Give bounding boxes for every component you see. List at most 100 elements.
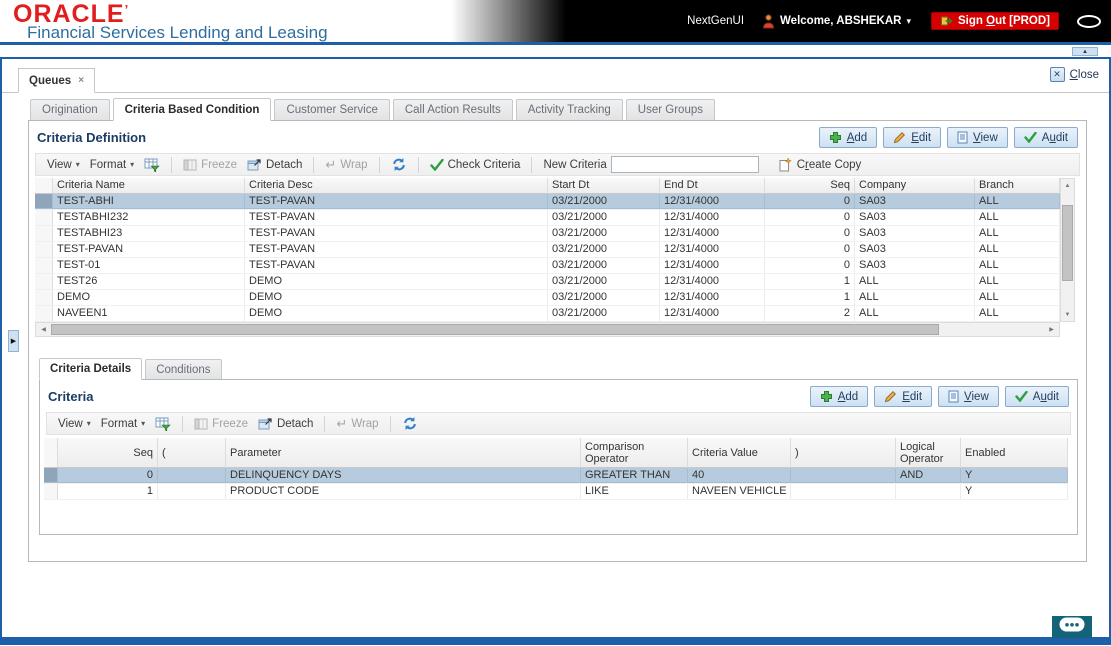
vertical-scrollbar[interactable]: ▲ ▼ bbox=[1060, 178, 1075, 322]
column-header[interactable]: ) bbox=[791, 438, 896, 468]
tab-user-groups[interactable]: User Groups bbox=[625, 99, 715, 120]
wrap-label: Wrap bbox=[340, 158, 368, 171]
close-button[interactable]: ✕ Close bbox=[1049, 67, 1099, 82]
view-button[interactable]: View bbox=[938, 386, 999, 407]
edit-button[interactable]: Edit bbox=[874, 386, 933, 407]
view-button[interactable]: View bbox=[947, 127, 1008, 148]
criteria-details-panel: Criteria Add Edit View Audit View ▾ Format ▾ … bbox=[39, 379, 1078, 535]
audit-button[interactable]: Audit bbox=[1004, 386, 1069, 407]
table-row[interactable]: NAVEEN1 DEMO 03/21/2000 12/31/4000 2 ALL ALL bbox=[35, 306, 1060, 322]
edit-button[interactable]: Edit bbox=[883, 127, 942, 148]
tab-activity-tracking[interactable]: Activity Tracking bbox=[515, 99, 623, 120]
cell: 12/31/4000 bbox=[660, 290, 765, 305]
cell: DEMO bbox=[245, 306, 548, 321]
chat-widget-button[interactable] bbox=[1052, 616, 1092, 638]
column-header[interactable]: Start Dt bbox=[548, 178, 660, 194]
column-header[interactable]: End Dt bbox=[660, 178, 765, 194]
table-row[interactable]: TEST-PAVAN TEST-PAVAN 03/21/2000 12/31/4000… bbox=[35, 242, 1060, 258]
table-row[interactable]: 0 DELINQUENCY DAYS GREATER THAN 40 AND Y bbox=[44, 468, 1068, 484]
detach-label: Detach bbox=[276, 417, 314, 430]
add-button[interactable]: Add bbox=[818, 127, 878, 148]
query-by-example-icon[interactable] bbox=[155, 417, 171, 431]
column-header[interactable]: Seq bbox=[765, 178, 855, 194]
freeze-button[interactable]: Freeze bbox=[183, 159, 237, 171]
table-row[interactable]: TEST-01 TEST-PAVAN 03/21/2000 12/31/4000 0 SA… bbox=[35, 258, 1060, 274]
scrollbar-thumb[interactable] bbox=[1062, 205, 1073, 281]
nextgen-link[interactable]: NextGenUI bbox=[687, 15, 744, 27]
freeze-button[interactable]: Freeze bbox=[194, 418, 248, 430]
freeze-label: Freeze bbox=[201, 158, 237, 171]
row-gutter bbox=[35, 258, 53, 273]
wrap-button[interactable]: ↵ Wrap bbox=[325, 157, 367, 173]
table-row[interactable]: TESTABHI23 TEST-PAVAN 03/21/2000 12/31/4000… bbox=[35, 226, 1060, 242]
cell: TEST-PAVAN bbox=[53, 242, 245, 257]
column-header[interactable]: Criteria Value bbox=[688, 438, 791, 468]
edit-label: Edit bbox=[911, 131, 932, 144]
collapse-up-button[interactable]: ▲ bbox=[1072, 47, 1098, 56]
table-row[interactable]: 1 PRODUCT CODE LIKE NAVEEN VEHICLE Y bbox=[44, 484, 1068, 500]
table-row[interactable]: TESTABHI232 TEST-PAVAN 03/21/2000 12/31/400… bbox=[35, 210, 1060, 226]
panel-splitter-handle[interactable]: ▶ bbox=[8, 330, 19, 352]
tab-customer-service[interactable]: Customer Service bbox=[274, 99, 390, 120]
column-header[interactable]: Branch bbox=[975, 178, 1060, 194]
cell: 12/31/4000 bbox=[660, 274, 765, 289]
refresh-button[interactable] bbox=[391, 157, 407, 172]
column-header[interactable]: ( bbox=[158, 438, 226, 468]
column-header[interactable]: Comparison Operator bbox=[581, 438, 688, 468]
scroll-up-icon[interactable]: ▲ bbox=[1061, 180, 1074, 191]
horizontal-scrollbar[interactable]: ◀ ▶ bbox=[35, 322, 1060, 337]
welcome-label: Welcome, ABSHEKAR bbox=[780, 15, 902, 27]
add-button[interactable]: Add bbox=[809, 386, 869, 407]
scroll-right-icon[interactable]: ▶ bbox=[1045, 323, 1058, 336]
detach-button[interactable]: Detach bbox=[247, 158, 302, 171]
criteria-definition-gridwrap: Criteria Name Criteria Desc Start Dt End Dt… bbox=[35, 178, 1080, 322]
scrollbar-thumb[interactable] bbox=[51, 324, 939, 335]
scroll-down-icon[interactable]: ▼ bbox=[1061, 309, 1074, 320]
criteria-definition-table: Criteria Name Criteria Desc Start Dt End Dt… bbox=[35, 178, 1060, 322]
column-header[interactable]: Enabled bbox=[961, 438, 1068, 468]
column-header[interactable]: Seq bbox=[58, 438, 158, 468]
column-header[interactable]: Company bbox=[855, 178, 975, 194]
format-menu[interactable]: Format ▾ bbox=[90, 159, 134, 171]
query-by-example-icon[interactable] bbox=[144, 158, 160, 172]
tab-close-icon[interactable]: × bbox=[78, 75, 84, 86]
table-row[interactable]: TEST-ABHI TEST-PAVAN 03/21/2000 12/31/4000 0… bbox=[35, 194, 1060, 210]
scroll-left-icon[interactable]: ◀ bbox=[37, 323, 50, 336]
column-header[interactable]: Criteria Desc bbox=[245, 178, 548, 194]
tab-criteria-based-condition[interactable]: Criteria Based Condition bbox=[112, 98, 272, 121]
workspace-tab-queues[interactable]: Queues × bbox=[18, 68, 96, 93]
detach-button[interactable]: Detach bbox=[258, 417, 313, 430]
cell: 1 bbox=[765, 274, 855, 289]
new-criteria-input[interactable] bbox=[610, 156, 759, 173]
user-menu[interactable]: Welcome, ABSHEKAR ▾ bbox=[762, 14, 911, 29]
create-copy-button[interactable]: Create Copy bbox=[778, 157, 861, 172]
cell: TEST26 bbox=[53, 274, 245, 289]
cell: 03/21/2000 bbox=[548, 274, 660, 289]
check-criteria-button[interactable]: Check Criteria bbox=[429, 158, 520, 171]
sign-out-button[interactable]: Sign Out [PROD] bbox=[930, 12, 1059, 30]
table-row[interactable]: TEST26 DEMO 03/21/2000 12/31/4000 1 ALL ALL bbox=[35, 274, 1060, 290]
view-menu[interactable]: View ▾ bbox=[58, 418, 91, 430]
tab-call-action-results[interactable]: Call Action Results bbox=[392, 99, 513, 120]
audit-button[interactable]: Audit bbox=[1013, 127, 1078, 148]
cell: 03/21/2000 bbox=[548, 258, 660, 273]
edit-pencil-icon bbox=[884, 390, 897, 403]
table-row[interactable]: DEMO DEMO 03/21/2000 12/31/4000 1 ALL ALL bbox=[35, 290, 1060, 306]
column-header[interactable]: Logical Operator bbox=[896, 438, 961, 468]
top-header-right: NextGenUI Welcome, ABSHEKAR ▾ Sign Out [… bbox=[451, 0, 1111, 42]
assistant-oval-icon[interactable] bbox=[1077, 14, 1101, 28]
format-menu[interactable]: Format ▾ bbox=[101, 418, 145, 430]
row-gutter bbox=[35, 242, 53, 257]
tab-criteria-details[interactable]: Criteria Details bbox=[39, 358, 143, 380]
table-header-row: Criteria Name Criteria Desc Start Dt End Dt… bbox=[35, 178, 1060, 194]
tab-conditions[interactable]: Conditions bbox=[145, 359, 222, 379]
view-menu[interactable]: View ▾ bbox=[47, 159, 80, 171]
user-person-icon bbox=[762, 14, 775, 29]
wrap-button[interactable]: ↵ Wrap bbox=[336, 416, 378, 432]
refresh-button[interactable] bbox=[402, 416, 418, 431]
toolbar-separator bbox=[378, 156, 380, 173]
column-header[interactable]: Criteria Name bbox=[53, 178, 245, 194]
row-gutter bbox=[35, 290, 53, 305]
column-header[interactable]: Parameter bbox=[226, 438, 581, 468]
tab-origination[interactable]: Origination bbox=[30, 99, 110, 120]
